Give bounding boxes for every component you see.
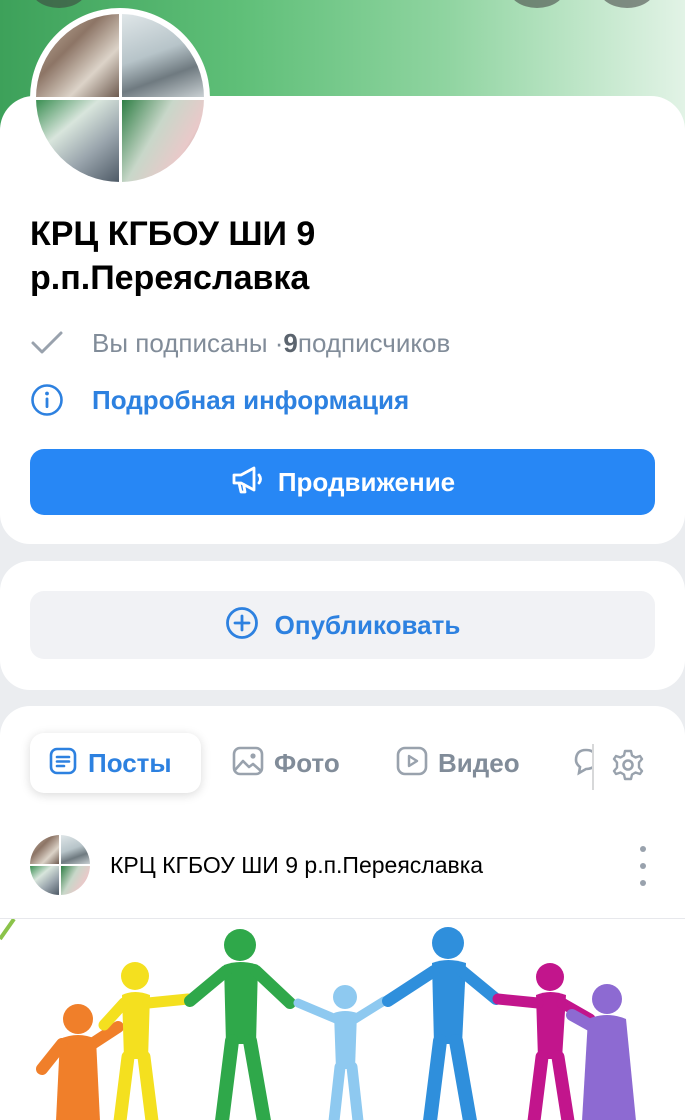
promote-button-label: Продвижение — [277, 466, 456, 497]
tab-video-label: Видео — [438, 747, 520, 778]
photo-icon — [232, 746, 264, 781]
info-icon — [30, 383, 70, 417]
tabs-divider — [592, 744, 594, 790]
publish-button[interactable]: Опубликовать — [30, 591, 655, 659]
post-author-avatar[interactable] — [30, 835, 90, 895]
subscription-row[interactable]: Вы подписаны · 9 подписчиков — [30, 326, 450, 360]
subscription-status: Вы подписаны · — [92, 327, 284, 358]
discussion-icon — [571, 746, 593, 781]
avatar-photo — [61, 835, 90, 864]
info-link[interactable]: Подробная информация — [30, 383, 409, 417]
tab-posts[interactable]: Посты — [30, 733, 201, 793]
more-vertical-icon[interactable] — [633, 846, 653, 886]
promote-button[interactable]: Продвижение — [30, 449, 655, 515]
more-button[interactable] — [598, 0, 656, 8]
post-image[interactable] — [0, 918, 685, 1120]
tab-photo-label: Фото — [274, 747, 340, 778]
avatar-photo — [61, 866, 90, 895]
megaphone-icon — [230, 464, 266, 501]
back-button[interactable] — [30, 0, 88, 8]
post-header: КРЦ КГБОУ ШИ 9 р.п.Переяславка — [30, 834, 655, 896]
tab-posts-label: Посты — [88, 747, 172, 778]
person-figure — [36, 927, 636, 1120]
subscribers-count: 9 — [283, 327, 298, 358]
info-link-label: Подробная информация — [92, 384, 410, 415]
community-avatar[interactable] — [30, 8, 210, 188]
post-author-name[interactable]: КРЦ КГБОУ ШИ 9 р.п.Переяславка — [110, 852, 483, 879]
content-tabs: Посты Фото Видео — [0, 730, 685, 796]
tab-photo[interactable]: Фото — [232, 733, 340, 793]
share-button[interactable] — [508, 0, 566, 8]
publish-button-label: Опубликовать — [274, 609, 461, 640]
video-icon — [396, 746, 428, 781]
gear-icon[interactable] — [608, 745, 648, 785]
tab-video[interactable]: Видео — [396, 733, 520, 793]
avatar-photo — [30, 835, 59, 864]
posts-icon — [48, 746, 78, 781]
plus-circle-icon — [225, 606, 259, 645]
subscribers-label: подписчиков — [297, 327, 451, 358]
check-icon — [30, 326, 70, 360]
tab-more-partial[interactable] — [571, 733, 593, 793]
avatar-photo — [30, 866, 59, 895]
community-title: КРЦ КГБОУ ШИ 9 р.п.Переяславка — [30, 215, 316, 297]
